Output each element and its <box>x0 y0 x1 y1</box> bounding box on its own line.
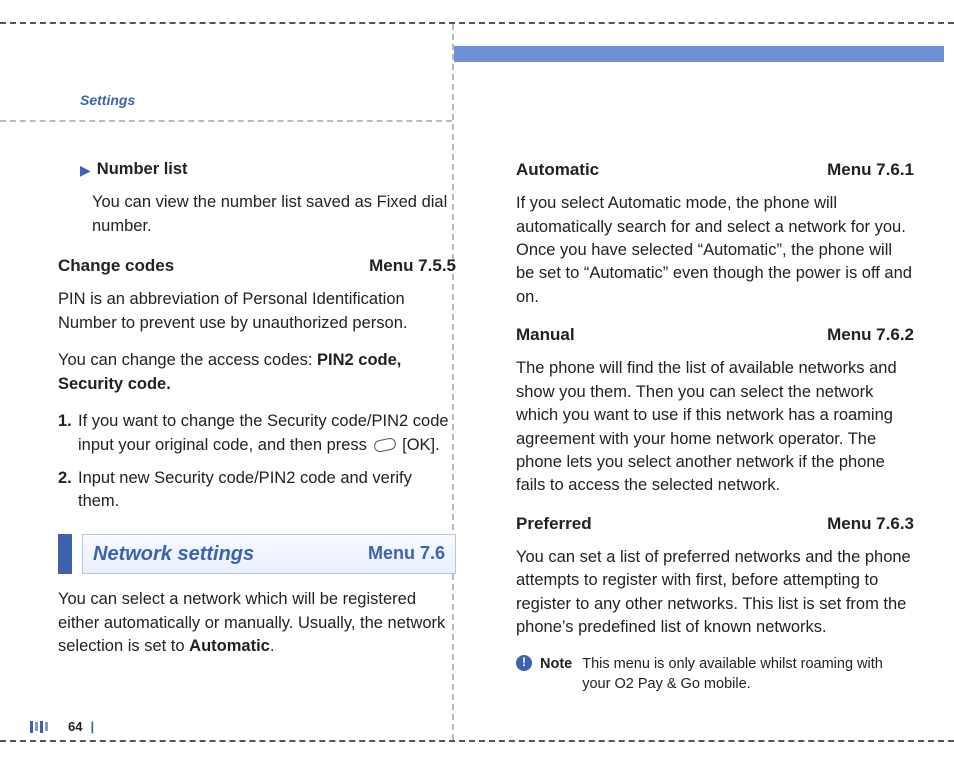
page-number: 64 <box>68 719 82 734</box>
heading-preferred: Preferred Menu 7.6.3 <box>516 512 914 536</box>
heading-title: Change codes <box>58 254 174 278</box>
section-menu: Menu 7.6 <box>368 541 445 567</box>
heading-change-codes: Change codes Menu 7.5.5 <box>58 254 456 278</box>
heading-title: Manual <box>516 323 575 347</box>
heading-menu: Menu 7.6.2 <box>827 323 914 347</box>
left-column: ▶ Number list You can view the number li… <box>58 158 466 704</box>
heading-title: Preferred <box>516 512 592 536</box>
step-1: 1. If you want to change the Security co… <box>58 410 456 457</box>
step-1-text: If you want to change the Security code/… <box>78 410 456 457</box>
section-body: Network settings Menu 7.6 <box>82 534 456 574</box>
heading-title: Automatic <box>516 158 599 182</box>
heading-automatic: Automatic Menu 7.6.1 <box>516 158 914 182</box>
footer-bars-icon <box>30 721 50 733</box>
step-2-number: 2. <box>58 467 74 490</box>
paragraph-preferred: You can set a list of preferred networks… <box>516 546 914 640</box>
paragraph-automatic: If you select Automatic mode, the phone … <box>516 192 914 309</box>
step-2: 2. Input new Security code/PIN2 code and… <box>58 467 456 514</box>
paragraph-manual: The phone will find the list of availabl… <box>516 357 914 498</box>
paragraph-network-select: You can select a network which will be r… <box>58 588 456 658</box>
right-column: Automatic Menu 7.6.1 If you select Autom… <box>506 158 914 704</box>
ok-key-icon <box>373 436 397 452</box>
section-tab <box>58 534 72 574</box>
note-text: This menu is only available whilst roami… <box>582 654 914 695</box>
top-dashed-rule <box>0 22 954 24</box>
bottom-dashed-rule <box>0 740 954 742</box>
right-arrow-icon: ▶ <box>80 161 91 181</box>
bullet-number-list: ▶ Number list <box>80 158 456 181</box>
page-footer: 64 | <box>30 719 94 734</box>
step-2-text: Input new Security code/PIN2 code and ve… <box>78 467 456 514</box>
note-label: Note <box>540 654 572 675</box>
bullet-description: You can view the number list saved as Fi… <box>92 191 456 238</box>
bullet-title: Number list <box>97 158 188 181</box>
note-row: ! Note This menu is only available whils… <box>516 654 914 695</box>
info-icon: ! <box>516 655 532 671</box>
paragraph-pin-abbrev: PIN is an abbreviation of Personal Ident… <box>58 288 456 335</box>
step-1-number: 1. <box>58 410 74 433</box>
footer-divider: | <box>90 719 94 734</box>
section-label: Settings <box>80 92 135 108</box>
section-box-network-settings: Network settings Menu 7.6 <box>58 534 456 574</box>
paragraph-access-codes: You can change the access codes: PIN2 co… <box>58 349 456 396</box>
heading-manual: Manual Menu 7.6.2 <box>516 323 914 347</box>
section-title: Network settings <box>93 540 254 568</box>
heading-menu: Menu 7.6.3 <box>827 512 914 536</box>
heading-menu: Menu 7.5.5 <box>369 254 456 278</box>
heading-menu: Menu 7.6.1 <box>827 158 914 182</box>
header-blue-bar <box>454 46 944 62</box>
left-header-dashed-rule <box>0 120 452 122</box>
content-area: ▶ Number list You can view the number li… <box>58 158 914 704</box>
